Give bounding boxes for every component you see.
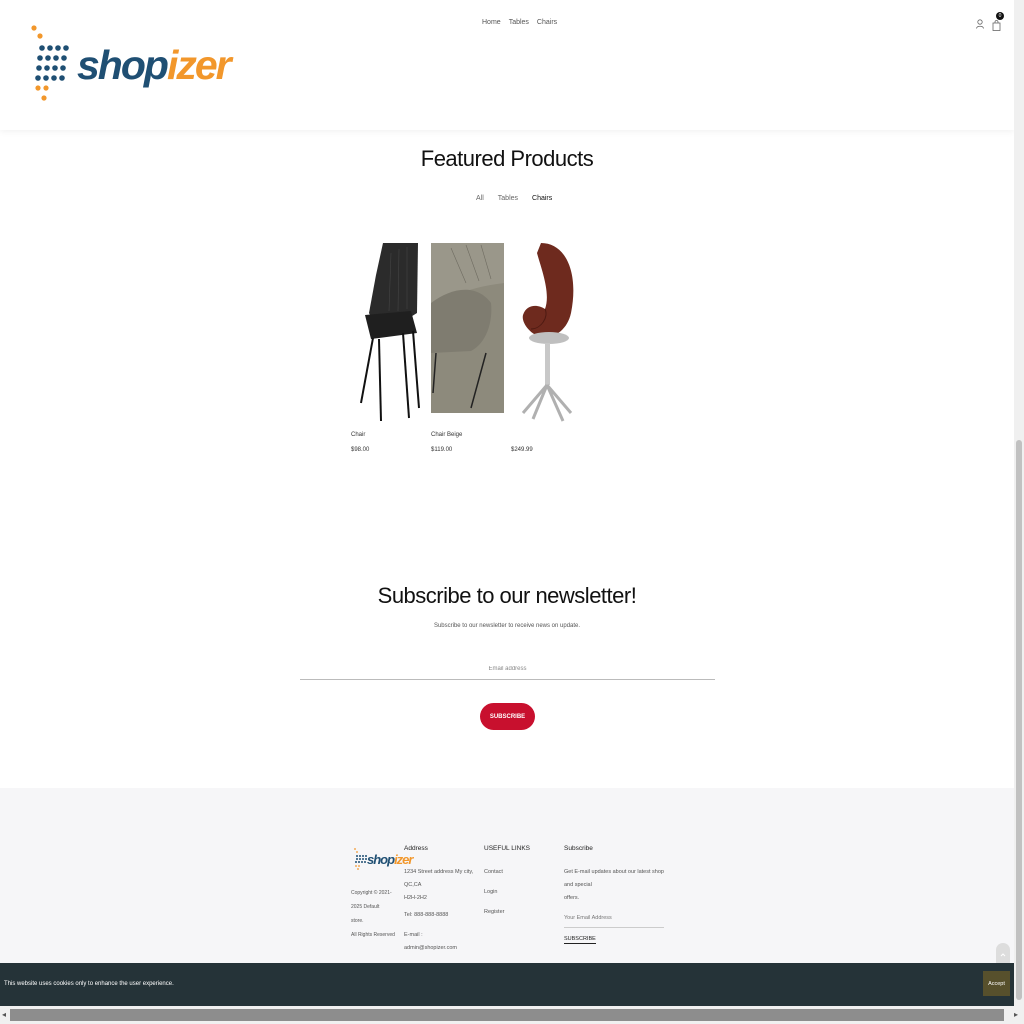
product-card[interactable]: Chair Beige $119.00 <box>431 243 504 453</box>
product-image-beige-chair[interactable] <box>431 243 504 448</box>
newsletter-subscribe-button[interactable]: SUBSCRIBE <box>480 703 535 730</box>
user-icon[interactable] <box>976 18 984 29</box>
footer-email-input[interactable] <box>564 909 664 928</box>
footer-subscribe-title: Subscribe <box>564 845 593 852</box>
footer-address-title: Address <box>404 845 428 852</box>
footer-subscribe-text: Get E-mail updates about our latest shop… <box>564 869 664 901</box>
header-icons: 0 <box>976 12 1004 31</box>
logo-wordmark: shopizer <box>77 42 232 88</box>
footer-subscribe-button[interactable]: SUBSCRIBE <box>564 936 596 944</box>
chevron-up-icon <box>1000 953 1006 957</box>
cookie-consent-bar: This website uses cookies only to enhanc… <box>0 963 1024 1006</box>
nav-chairs[interactable]: Chairs <box>537 19 557 26</box>
product-price: $119.00 <box>431 447 453 453</box>
nav-tables[interactable]: Tables <box>509 19 529 26</box>
product-name[interactable]: Chair <box>351 432 365 438</box>
shopizer-logo[interactable]: shopizer <box>28 22 232 104</box>
product-filter-tabs: All Tables Chairs <box>476 195 552 202</box>
footer-link-register[interactable]: Register <box>484 906 544 919</box>
cookie-accept-button[interactable]: Accept <box>983 971 1010 996</box>
footer-copyright: Copyright © 2021-2025 Default store. All… <box>351 890 395 938</box>
product-price: $98.00 <box>351 447 370 453</box>
scroll-left-arrow-icon[interactable]: ◂ <box>2 1010 6 1019</box>
featured-products-title: Featured Products <box>420 146 594 171</box>
cart-button[interactable]: 0 <box>992 12 1004 31</box>
footer-logo[interactable]: shopizer <box>353 847 413 872</box>
footer-address-column: Address 1234 Street address My city, QC,… <box>404 845 476 962</box>
cookie-text: This website uses cookies only to enhanc… <box>4 981 174 987</box>
vertical-scrollbar[interactable] <box>1014 0 1024 1006</box>
footer-link-login[interactable]: Login <box>484 886 544 899</box>
newsletter-email-input[interactable] <box>300 659 715 680</box>
tab-all[interactable]: All <box>476 195 484 202</box>
footer-link-contact[interactable]: Contact <box>484 866 544 879</box>
footer-links-column: USEFUL LINKS Contact Login Register <box>484 845 544 926</box>
product-name[interactable]: Chair Beige <box>431 432 462 438</box>
footer-subscribe-column: Subscribe Get E-mail updates about our l… <box>564 845 664 912</box>
newsletter-subtitle: Subscribe to our newsletter to receive n… <box>433 623 581 629</box>
tab-tables[interactable]: Tables <box>498 195 518 202</box>
footer-address-text: 1234 Street address My city, QC,CA H2H-2… <box>404 869 474 901</box>
product-price: $249.99 <box>511 447 533 453</box>
logo-dots-icon <box>31 25 69 101</box>
product-image-black-chair[interactable] <box>351 243 424 448</box>
product-image-leather-swivel-chair[interactable] <box>511 243 584 448</box>
footer-links-title: USEFUL LINKS <box>484 845 530 852</box>
footer-tel: Tel: 888-888-8888 <box>404 912 449 918</box>
product-card[interactable]: Chair $98.00 <box>351 243 424 453</box>
cart-count-badge: 0 <box>996 12 1004 20</box>
newsletter-title: Subscribe to our newsletter! <box>377 583 637 608</box>
vertical-scroll-thumb[interactable] <box>1016 440 1022 1000</box>
product-card[interactable]: $249.99 <box>511 243 584 453</box>
tab-chairs[interactable]: Chairs <box>532 195 552 202</box>
scroll-right-arrow-icon[interactable]: ▸ <box>1014 1010 1018 1019</box>
footer-email: E-mail : admin@shopizer.com <box>404 932 457 951</box>
site-header: shopizer Home Tables Chairs 0 <box>0 0 1014 130</box>
footer-logo-dots-icon <box>354 848 367 870</box>
main-nav: Home Tables Chairs <box>482 19 557 26</box>
cart-icon <box>992 20 1001 31</box>
horizontal-scroll-thumb[interactable] <box>10 1009 1004 1021</box>
nav-home[interactable]: Home <box>482 19 501 26</box>
horizontal-scrollbar[interactable]: ◂ ▸ <box>0 1006 1024 1024</box>
